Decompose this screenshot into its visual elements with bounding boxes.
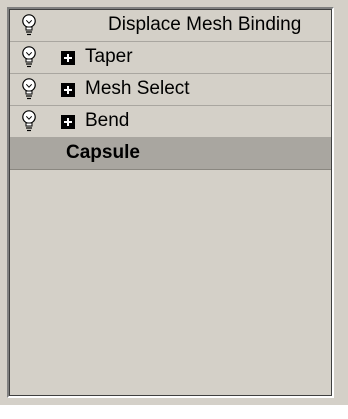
modifier-item-taper[interactable]: Taper xyxy=(10,42,331,74)
expand-plus-icon[interactable] xyxy=(61,83,75,97)
modifier-item-label: Taper xyxy=(85,46,133,67)
modifier-stack-rows: Displace Mesh Binding Taper Mesh Select … xyxy=(10,10,331,170)
modifier-item-mesh-select[interactable]: Mesh Select xyxy=(10,74,331,106)
lightbulb-icon[interactable] xyxy=(20,45,38,69)
lightbulb-icon[interactable] xyxy=(20,77,38,101)
modifier-item-label: Bend xyxy=(85,110,130,131)
modifier-stack-list[interactable]: Displace Mesh Binding Taper Mesh Select … xyxy=(7,7,334,398)
base-object-label: Capsule xyxy=(66,142,140,163)
lightbulb-icon[interactable] xyxy=(20,109,38,133)
expand-plus-icon[interactable] xyxy=(61,115,75,129)
modifier-item-bend[interactable]: Bend xyxy=(10,106,331,138)
modifier-item-displace-mesh-binding[interactable]: Displace Mesh Binding xyxy=(10,10,331,42)
lightbulb-icon[interactable] xyxy=(20,13,38,37)
expand-plus-icon[interactable] xyxy=(61,51,75,65)
modifier-item-label: Mesh Select xyxy=(85,78,190,99)
base-object-capsule[interactable]: Capsule xyxy=(10,138,331,170)
modifier-panel: Displace Mesh Binding Taper Mesh Select … xyxy=(0,0,348,405)
modifier-item-label: Displace Mesh Binding xyxy=(108,14,302,35)
